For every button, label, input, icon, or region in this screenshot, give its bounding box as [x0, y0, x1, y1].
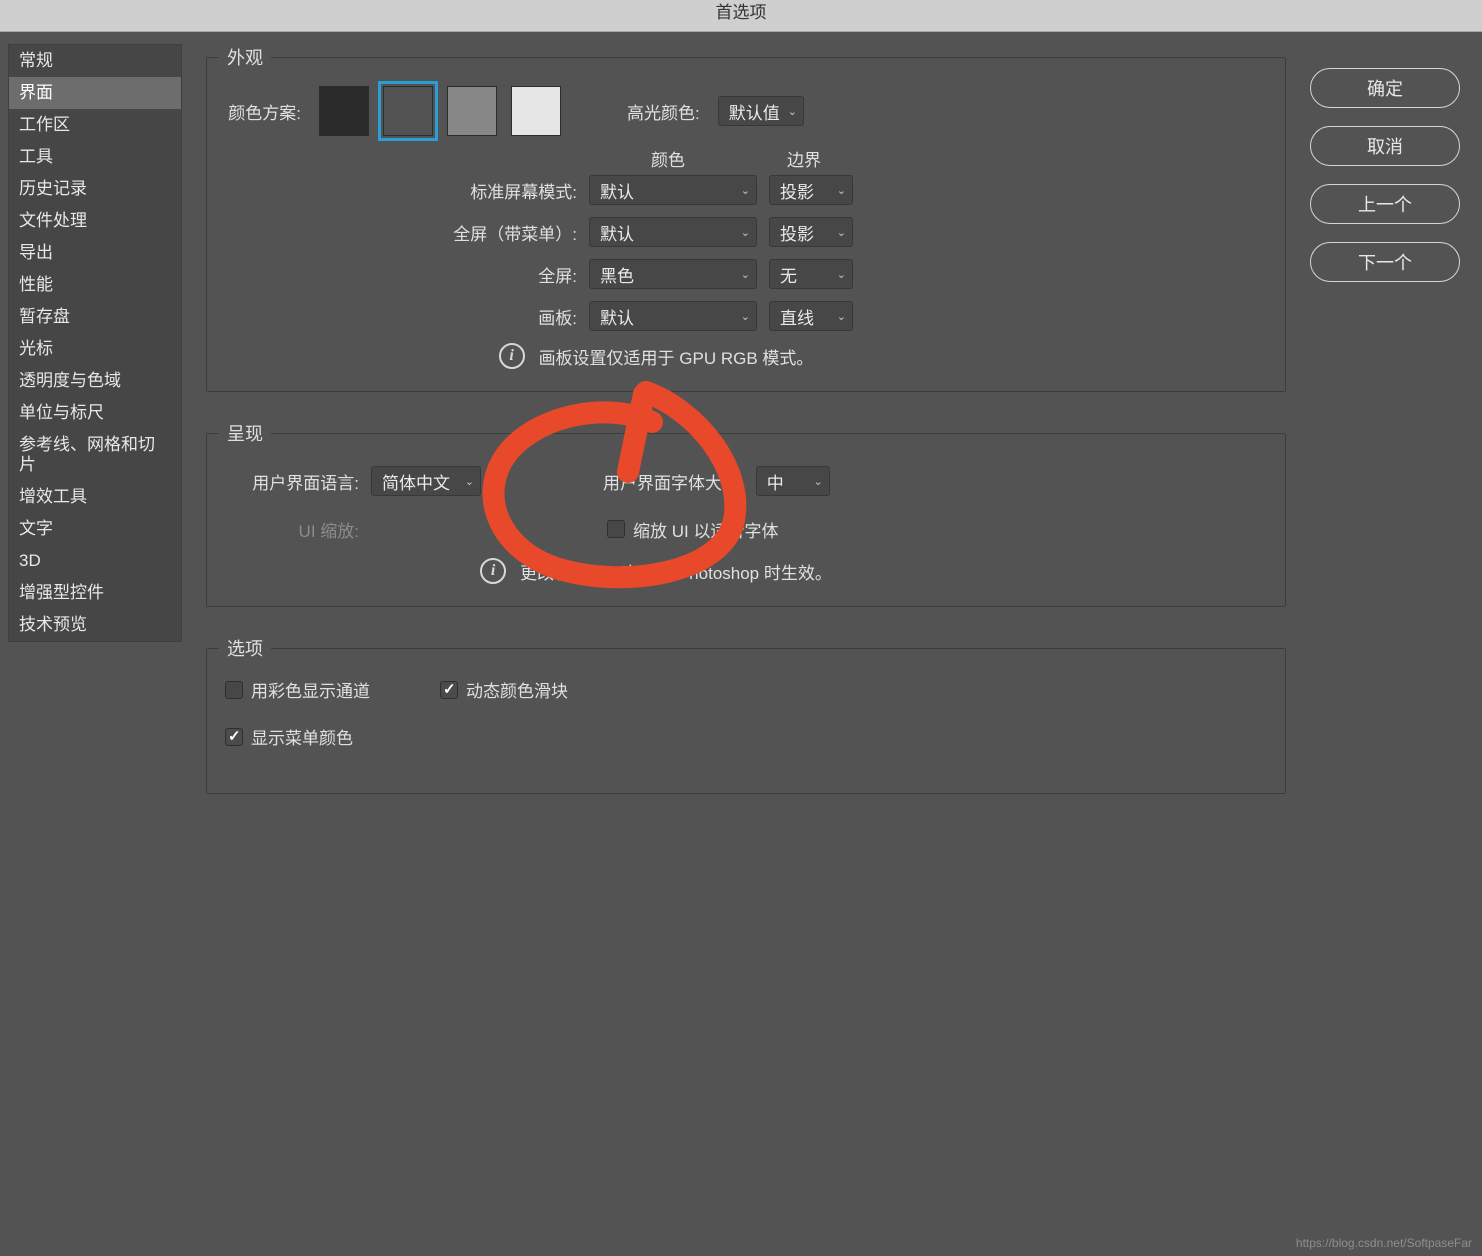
next-button[interactable]: 下一个: [1310, 242, 1460, 282]
mode-border-dropdown[interactable]: 投影 ⌄: [769, 175, 853, 205]
dropdown-value: 默认: [600, 304, 634, 329]
mode-label: 全屏（带菜单）:: [219, 220, 577, 245]
color-swatch[interactable]: [447, 86, 497, 136]
sidebar-item[interactable]: 暂存盘: [9, 301, 181, 333]
chevron-down-icon: ⌄: [741, 226, 750, 239]
screen-mode-row: 全屏:黑色⌄无⌄: [219, 259, 1273, 289]
ui-font-size-dropdown[interactable]: 中 ⌄: [756, 466, 830, 496]
appearance-note: 画板设置仅适用于 GPU RGB 模式。: [539, 344, 814, 369]
chevron-down-icon: ⌄: [465, 475, 474, 488]
color-scheme-label: 颜色方案:: [219, 99, 301, 124]
mode-label: 画板:: [219, 304, 577, 329]
dialog-title: 首选项: [0, 0, 1482, 32]
info-icon: i: [480, 558, 506, 584]
sidebar-item[interactable]: 文字: [9, 513, 181, 545]
sidebar-item[interactable]: 界面: [9, 77, 181, 109]
color-column-header: 颜色: [579, 146, 757, 171]
menu-colors-checkbox[interactable]: 显示菜单颜色: [225, 724, 353, 749]
screen-mode-row: 标准屏幕模式: 默认 ⌄ 投影 ⌄: [219, 175, 1273, 205]
ui-font-size-label: 用户界面字体大小:: [603, 469, 744, 494]
prev-button[interactable]: 上一个: [1310, 184, 1460, 224]
ui-language-value: 简体中文: [382, 469, 450, 494]
color-channels-checkbox[interactable]: 用彩色显示通道: [225, 677, 370, 702]
mode-color-dropdown[interactable]: 黑色 ⌄: [589, 259, 757, 289]
highlight-color-label: 高光颜色:: [627, 99, 700, 124]
sidebar-item[interactable]: 工具: [9, 141, 181, 173]
color-swatch[interactable]: [383, 86, 433, 136]
sidebar-item[interactable]: 常规: [9, 45, 181, 77]
sidebar-item[interactable]: 增效工具: [9, 481, 181, 513]
mode-label: 全屏:: [219, 262, 577, 287]
chevron-down-icon: ⌄: [741, 184, 750, 197]
chevron-down-icon: ⌄: [837, 226, 846, 239]
sidebar-item[interactable]: 工作区: [9, 109, 181, 141]
ui-language-dropdown[interactable]: 简体中文 ⌄: [371, 466, 481, 496]
ui-language-label: 用户界面语言:: [219, 469, 359, 494]
chevron-down-icon: ⌄: [741, 310, 750, 323]
sidebar-item[interactable]: 导出: [9, 237, 181, 269]
menu-colors-label: 显示菜单颜色: [251, 724, 353, 749]
sidebar-item[interactable]: 性能: [9, 269, 181, 301]
dynamic-sliders-label: 动态颜色滑块: [466, 677, 568, 702]
cancel-button[interactable]: 取消: [1310, 126, 1460, 166]
chevron-down-icon: ⌄: [788, 105, 797, 118]
dropdown-value: 直线: [780, 304, 814, 329]
scale-ui-label: 缩放 UI 以适合字体: [633, 517, 778, 542]
mode-border-dropdown[interactable]: 无⌄: [769, 259, 853, 289]
highlight-color-value: 默认值: [729, 99, 780, 124]
options-legend: 选项: [219, 635, 271, 661]
color-channels-label: 用彩色显示通道: [251, 677, 370, 702]
mode-border-dropdown[interactable]: 直线 ⌄: [769, 301, 853, 331]
checkbox-box: [440, 681, 458, 699]
chevron-down-icon: ⌄: [814, 475, 823, 488]
chevron-down-icon: ⌄: [837, 184, 846, 197]
dropdown-value: 无: [780, 262, 797, 287]
sidebar-item[interactable]: 单位与标尺: [9, 397, 181, 429]
screen-mode-row: 画板: 默认 ⌄ 直线 ⌄: [219, 301, 1273, 331]
color-swatch[interactable]: [319, 86, 369, 136]
dynamic-sliders-checkbox[interactable]: 动态颜色滑块: [440, 677, 568, 702]
chevron-down-icon: ⌄: [741, 268, 750, 281]
appearance-legend: 外观: [219, 44, 271, 70]
info-icon: i: [499, 343, 525, 369]
checkbox-box: [607, 520, 625, 538]
mode-color-dropdown[interactable]: 默认 ⌄: [589, 175, 757, 205]
chevron-down-icon: ⌄: [837, 310, 846, 323]
presentation-note: 更改将在下一次启动 Photoshop 时生效。: [520, 559, 832, 584]
sidebar-item[interactable]: 参考线、网格和切片: [9, 429, 181, 481]
appearance-group: 外观 颜色方案: 高光颜色: 默认值 ⌄ 颜色 边界 标准屏幕模式: 默认 ⌄ 投影 ⌄…: [206, 44, 1286, 392]
mode-color-dropdown[interactable]: 默认 ⌄: [589, 217, 757, 247]
sidebar-item[interactable]: 技术预览: [9, 609, 181, 641]
ui-font-size-value: 中: [767, 469, 784, 494]
action-buttons: 确定 取消 上一个 下一个: [1302, 32, 1482, 1256]
dropdown-value: 黑色: [600, 262, 634, 287]
sidebar-item[interactable]: 透明度与色域: [9, 365, 181, 397]
dropdown-value: 默认: [600, 178, 634, 203]
color-scheme-swatches: [319, 86, 561, 136]
mode-border-dropdown[interactable]: 投影 ⌄: [769, 217, 853, 247]
color-swatch[interactable]: [511, 86, 561, 136]
dropdown-value: 投影: [780, 220, 814, 245]
chevron-down-icon: ⌄: [837, 268, 846, 281]
mode-label: 标准屏幕模式:: [219, 178, 577, 203]
sidebar-item[interactable]: 文件处理: [9, 205, 181, 237]
checkbox-box: [225, 728, 243, 746]
presentation-legend: 呈现: [219, 420, 271, 446]
ui-scale-label: UI 缩放:: [219, 517, 359, 542]
scale-ui-checkbox[interactable]: 缩放 UI 以适合字体: [607, 517, 778, 542]
mode-color-dropdown[interactable]: 默认 ⌄: [589, 301, 757, 331]
highlight-color-dropdown[interactable]: 默认值 ⌄: [718, 96, 804, 126]
options-group: 选项 用彩色显示通道 动态颜色滑块 显示菜单颜色: [206, 635, 1286, 794]
ok-button[interactable]: 确定: [1310, 68, 1460, 108]
dropdown-value: 投影: [780, 178, 814, 203]
content-area: 外观 颜色方案: 高光颜色: 默认值 ⌄ 颜色 边界 标准屏幕模式: 默认 ⌄ 投影 ⌄…: [186, 32, 1302, 1256]
presentation-group: 呈现 用户界面语言: 简体中文 ⌄ 用户界面字体大小: 中 ⌄ UI 缩放: ⌄: [206, 420, 1286, 607]
watermark-text: https://blog.csdn.net/SoftpaseFar: [1296, 1236, 1472, 1250]
screen-mode-row: 全屏（带菜单）: 默认 ⌄ 投影 ⌄: [219, 217, 1273, 247]
dropdown-value: 默认: [600, 220, 634, 245]
checkbox-box: [225, 681, 243, 699]
sidebar: 常规界面工作区工具历史记录文件处理导出性能暂存盘光标透明度与色域单位与标尺参考线…: [0, 32, 186, 1256]
border-column-header: 边界: [757, 146, 851, 171]
sidebar-item[interactable]: 历史记录: [9, 173, 181, 205]
